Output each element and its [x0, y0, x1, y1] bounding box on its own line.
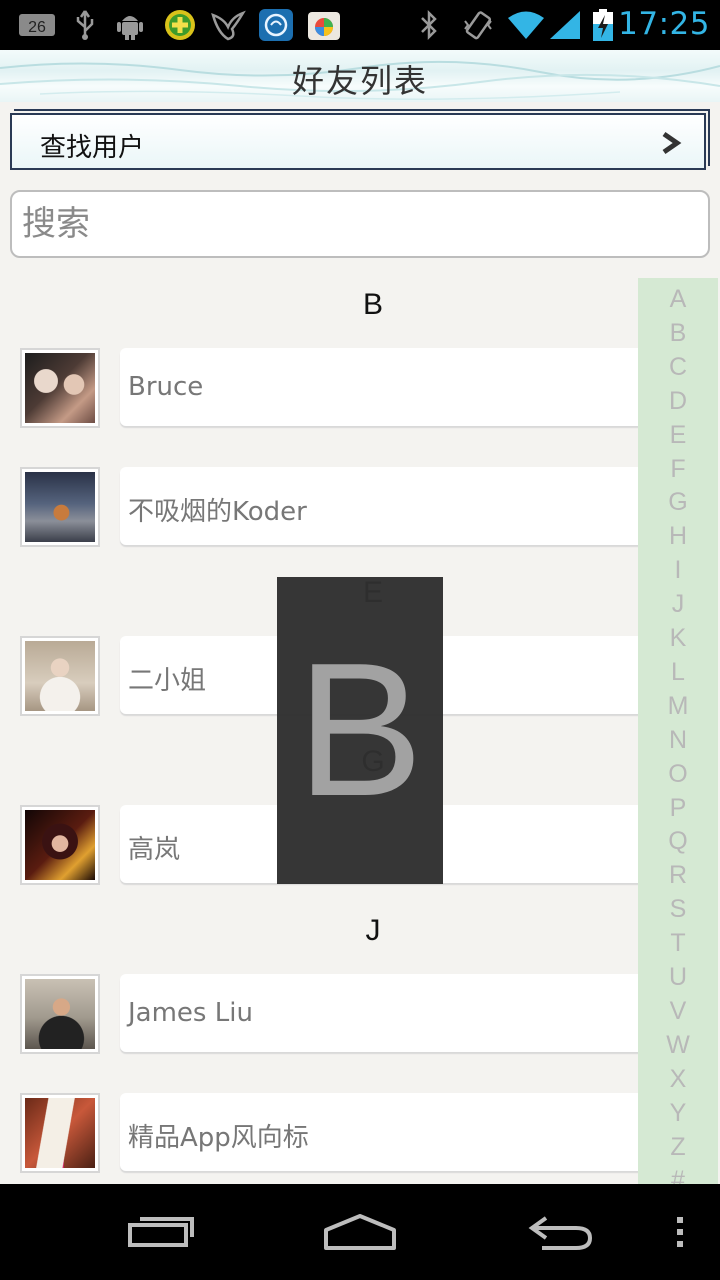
index-letter-e[interactable]: E [638, 421, 718, 450]
bluetooth-icon [418, 9, 440, 41]
friend-name-card[interactable]: James Liu [120, 974, 651, 1052]
wifi-icon [506, 9, 546, 41]
index-letter-y[interactable]: Y [638, 1099, 718, 1128]
friend-name: 二小姐 [128, 666, 207, 696]
index-letter-o[interactable]: O [638, 760, 718, 789]
usb-icon [72, 9, 98, 41]
qq-app-icon [258, 9, 294, 41]
index-letter-f[interactable]: F [638, 455, 718, 484]
index-letter-l[interactable]: L [638, 658, 718, 687]
index-letter-z[interactable]: Z [638, 1133, 718, 1162]
friend-name: 不吸烟的Koder [128, 497, 307, 527]
index-letter-d[interactable]: D [638, 387, 718, 416]
notification-badge-icon: 26 [18, 9, 56, 41]
chevron-right-icon [662, 131, 682, 155]
index-letter-v[interactable]: V [638, 997, 718, 1026]
menu-overflow-icon[interactable] [664, 1204, 696, 1260]
avatar[interactable] [20, 467, 100, 547]
index-letter-u[interactable]: U [638, 963, 718, 992]
index-letter-m[interactable]: M [638, 692, 718, 721]
index-letter-p[interactable]: P [638, 794, 718, 823]
index-letter-r[interactable]: R [638, 861, 718, 890]
index-letter-k[interactable]: K [638, 624, 718, 653]
search-box[interactable] [10, 190, 710, 258]
page-title: 好友列表 [291, 62, 428, 100]
find-user-button[interactable]: 查找用户 [10, 113, 706, 170]
friend-row[interactable]: James Liu [0, 974, 660, 1054]
bird-app-icon [210, 9, 246, 41]
index-letter-c[interactable]: C [638, 353, 718, 382]
avatar[interactable] [20, 348, 100, 428]
navigation-bar [0, 1184, 720, 1280]
friend-row[interactable]: Bruce [0, 348, 660, 428]
android-debug-icon [114, 9, 146, 41]
avatar[interactable] [20, 636, 100, 716]
section-header-j: J [365, 914, 381, 947]
back-icon[interactable] [518, 1204, 602, 1260]
friend-name-card[interactable]: 不吸烟的Koder [120, 467, 651, 545]
index-letter-n[interactable]: N [638, 726, 718, 755]
index-letter-g[interactable]: G [638, 488, 718, 517]
friend-name-card[interactable]: Bruce [120, 348, 651, 426]
vibrate-icon [462, 9, 494, 41]
friend-row[interactable]: 精品App风向标 [0, 1093, 660, 1173]
index-letter-s[interactable]: S [638, 895, 718, 924]
find-user-label: 查找用户 [40, 133, 145, 163]
avatar[interactable] [20, 974, 100, 1054]
alphabet-index-bar[interactable]: A B C D E F G H I J K L M N O P Q R S T U V W X Y Z # [638, 278, 718, 1194]
battery-charging-icon [590, 9, 616, 41]
section-header-b: B [362, 288, 383, 321]
overlay-letter: B [296, 624, 424, 836]
index-letter-i[interactable]: I [638, 556, 718, 585]
app-plus-icon [164, 9, 196, 41]
title-bar: 好友列表 [0, 50, 720, 102]
status-clock: 17:25 [618, 6, 710, 42]
index-letter-j[interactable]: J [638, 590, 718, 619]
index-letter-a[interactable]: A [638, 285, 718, 314]
index-letter-x[interactable]: X [638, 1065, 718, 1094]
search-input[interactable] [12, 192, 708, 256]
friend-name: James Liu [128, 998, 253, 1028]
friend-row[interactable]: 不吸烟的Koder [0, 467, 660, 547]
status-bar: 26 17:25 [0, 0, 720, 50]
home-icon[interactable] [318, 1204, 402, 1260]
signal-icon [548, 9, 582, 41]
friend-name: 精品App风向标 [128, 1123, 309, 1153]
avatar[interactable] [20, 805, 100, 885]
index-letter-h[interactable]: H [638, 522, 718, 551]
index-letter-w[interactable]: W [638, 1031, 718, 1060]
friend-name-card[interactable]: 精品App风向标 [120, 1093, 651, 1171]
recent-apps-icon[interactable] [120, 1204, 204, 1260]
badge-number: 26 [28, 19, 46, 36]
index-letter-q[interactable]: Q [638, 827, 718, 856]
store-app-icon [306, 9, 342, 41]
friend-name: Bruce [128, 372, 204, 402]
index-letter-overlay: B [277, 577, 443, 884]
friend-name: 高岚 [128, 835, 181, 865]
index-letter-b[interactable]: B [638, 319, 718, 348]
index-letter-t[interactable]: T [638, 929, 718, 958]
avatar[interactable] [20, 1093, 100, 1173]
